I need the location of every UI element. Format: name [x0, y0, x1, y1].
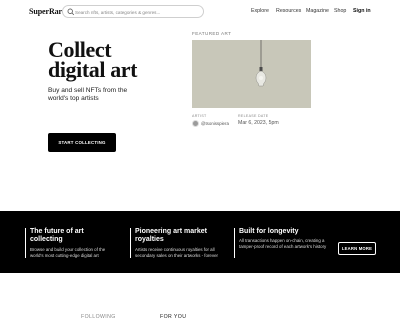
search-bar[interactable] [62, 5, 204, 18]
search-input[interactable] [75, 7, 201, 17]
hero-title: Collect digital art [48, 39, 178, 82]
feature-description: Artists receive continuous royalties for… [135, 247, 218, 258]
nav-resources[interactable]: Resources [276, 8, 301, 14]
release-date-value: Mar 6, 2023, 5pm [238, 120, 279, 126]
top-header: SuperRare Explore Resources Magazine Sho… [0, 0, 400, 24]
featured-artwork-image[interactable] [192, 40, 311, 108]
tab-for-you[interactable]: FOR YOU [160, 314, 186, 320]
nav-magazine[interactable]: Magazine [306, 8, 329, 14]
feature-description: Browse and build your collection of the … [30, 247, 106, 258]
artist-avatar[interactable] [192, 120, 199, 127]
feature-description: All transactions happen on-chain, creati… [239, 238, 327, 249]
featured-art-label: FEATURED ART [192, 31, 232, 36]
feature-divider [130, 228, 131, 258]
start-collecting-button[interactable]: START COLLECTING [48, 133, 116, 152]
features-band: The future of art collecting Browse and … [0, 211, 400, 273]
feature-divider [234, 228, 235, 258]
superrare-logo[interactable]: SuperRare [29, 7, 65, 16]
feature-title: Built for longevity [239, 228, 299, 235]
tab-following[interactable]: FOLLOWING [81, 314, 116, 320]
search-icon [67, 8, 75, 16]
light-bulb-artwork [192, 40, 311, 108]
artist-label: ARTIST [192, 114, 207, 118]
hero-title-line-2: digital art [48, 57, 138, 82]
hero-subtitle: Buy and sell NFTs from the world's top a… [48, 87, 128, 102]
release-date-label: RELEASE DATE [238, 114, 269, 118]
feature-divider [25, 228, 26, 258]
sign-in-link[interactable]: Sign in [353, 8, 371, 14]
artist-name-link[interactable]: @tsonisspiera [201, 121, 229, 126]
nav-explore[interactable]: Explore [251, 8, 269, 14]
feature-title: The future of art collecting [30, 228, 84, 243]
nav-shop[interactable]: Shop [334, 8, 346, 14]
feature-title: Pioneering art market royalties [135, 228, 207, 243]
learn-more-button[interactable]: LEARN MORE [338, 242, 376, 255]
